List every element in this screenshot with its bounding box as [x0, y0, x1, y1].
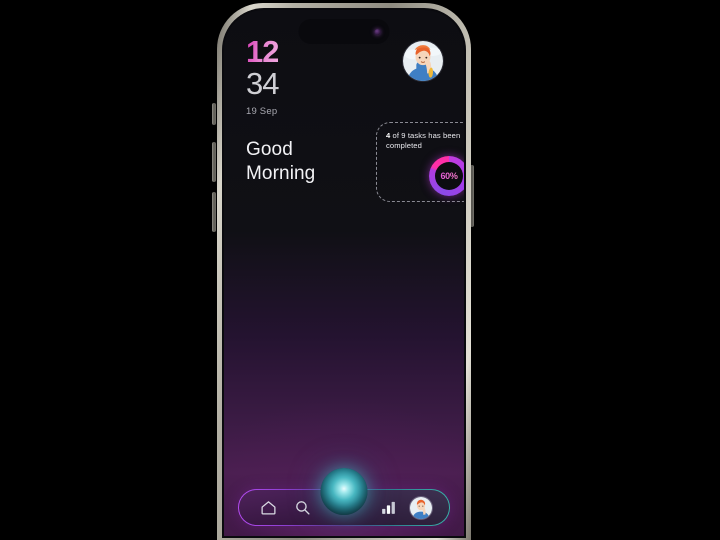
nav-item-home[interactable]	[255, 495, 281, 521]
progress-ring-center: 60%	[435, 162, 463, 190]
volume-up-button[interactable]	[212, 142, 216, 182]
silent-switch-button[interactable]	[212, 103, 216, 125]
screenshot-canvas: 12 34 19 Sep Good Morning 4 of 9 tasks h…	[0, 0, 720, 540]
user-avatar-illustration	[403, 41, 443, 81]
nav-item-profile[interactable]	[409, 495, 433, 520]
nav-item-assistant[interactable]	[320, 468, 368, 515]
task-progress-text: 4 of 9 tasks has been completed	[386, 131, 464, 152]
avatar[interactable]	[402, 40, 444, 82]
task-progress-widget[interactable]: 4 of 9 tasks has been completed 60%	[376, 122, 464, 202]
progress-ring-track: 60%	[429, 156, 464, 196]
greeting-line-1: Good	[246, 139, 293, 160]
greeting-line-2: Morning	[246, 163, 316, 185]
task-progress-rest: of 9 tasks has been completed	[386, 131, 461, 151]
bar-chart-icon	[381, 501, 395, 514]
phone-frame: 12 34 19 Sep Good Morning 4 of 9 tasks h…	[217, 3, 471, 540]
phone-bezel: 12 34 19 Sep Good Morning 4 of 9 tasks h…	[222, 8, 466, 538]
progress-percent-label: 60%	[440, 171, 458, 181]
clock-hour: 12	[246, 34, 279, 69]
progress-ring: 60%	[429, 156, 464, 196]
phone-screen: 12 34 19 Sep Good Morning 4 of 9 tasks h…	[224, 10, 464, 536]
greeting-text: Good Morning	[246, 138, 315, 187]
date-label: 19 Sep	[246, 105, 278, 117]
clock: 12 34 19 Sep	[246, 34, 279, 117]
avatar-icon	[410, 496, 432, 519]
home-icon	[260, 501, 276, 515]
volume-down-button[interactable]	[212, 192, 216, 232]
clock-minute: 34	[246, 66, 279, 102]
bottom-navigation	[224, 462, 464, 536]
nav-item-search[interactable]	[289, 495, 315, 521]
nav-item-stats[interactable]	[375, 495, 401, 521]
search-icon	[295, 501, 310, 515]
